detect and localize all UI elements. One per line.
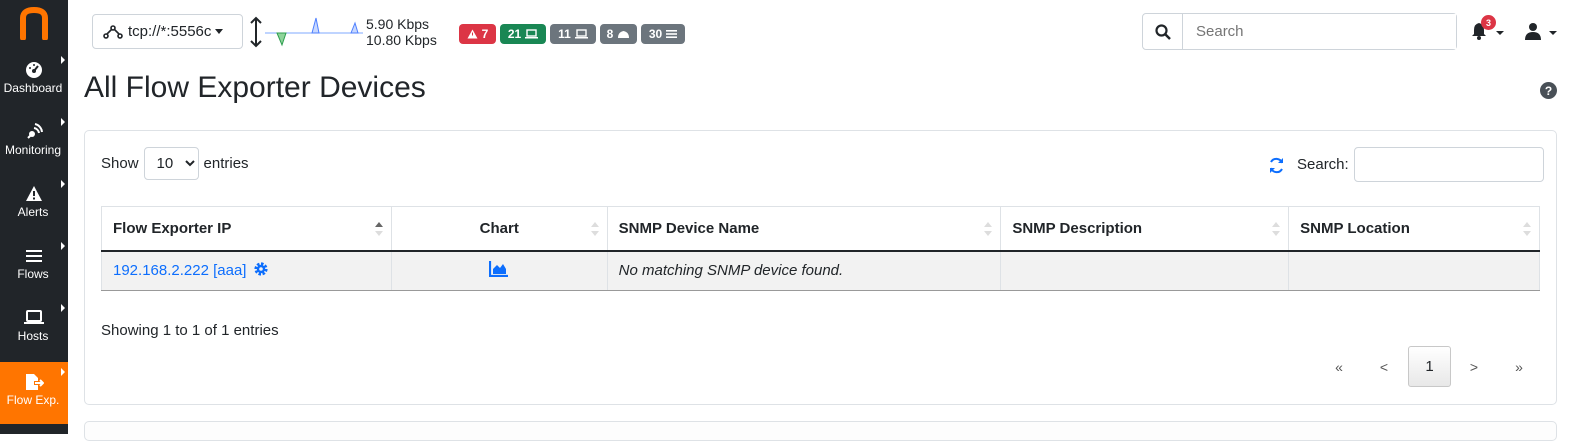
chart-cell	[390, 250, 608, 291]
table-search: Search:	[1297, 147, 1544, 182]
search-input[interactable]	[1184, 14, 1456, 49]
column-header-snmp-device-name[interactable]: SNMP Device Name	[606, 206, 1002, 252]
flow-exporters-card: Show 10 entries Search: Flow Exporter IP…	[84, 130, 1557, 405]
gauge-icon	[0, 61, 68, 79]
file-export-icon	[0, 373, 68, 391]
refresh-icon[interactable]	[1268, 157, 1285, 179]
table-header-row: Flow Exporter IP Chart SNMP Device Name …	[101, 206, 1540, 252]
throughput-down: 10.80 Kbps	[366, 32, 437, 48]
global-search	[1142, 13, 1457, 50]
secondary-card	[84, 421, 1557, 441]
column-header-snmp-location[interactable]: SNMP Location	[1288, 206, 1540, 252]
alerts-badge[interactable]: 7	[459, 24, 496, 44]
chevron-right-icon	[61, 56, 65, 64]
chevron-right-icon	[61, 242, 65, 250]
column-header-snmp-description[interactable]: SNMP Description	[1000, 206, 1290, 252]
chevron-down-icon[interactable]	[1496, 31, 1504, 35]
sidebar-item-hosts[interactable]: Hosts	[0, 298, 68, 360]
laptop-icon	[525, 29, 539, 39]
sort-icon	[590, 222, 599, 236]
snmp-device-name: No matching SNMP device found.	[618, 262, 844, 280]
interface-selector[interactable]: tcp://*:5556c	[92, 14, 243, 49]
warning-triangle-icon	[467, 29, 478, 39]
remote-hosts-badge[interactable]: 11	[550, 24, 596, 44]
snmp-device-name-cell: No matching SNMP device found.	[606, 250, 1002, 291]
pagination-current-page[interactable]: 1	[1408, 346, 1451, 387]
show-label: Show	[101, 155, 139, 172]
network-icon	[103, 24, 123, 39]
notification-count-badge: 3	[1481, 15, 1496, 30]
chevron-right-icon	[61, 304, 65, 312]
sidebar-item-monitoring[interactable]: Monitoring	[0, 112, 68, 174]
table-info: Showing 1 to 1 of 1 entries	[101, 322, 279, 339]
sidebar-item-label: Alerts	[17, 205, 49, 219]
flow-exporter-ip-cell: 192.168.2.222 [aaa]	[101, 250, 392, 291]
table-search-input[interactable]	[1353, 147, 1544, 182]
entries-label: entries	[203, 155, 249, 172]
chevron-right-icon	[61, 368, 65, 376]
chevron-down-icon	[215, 29, 224, 34]
up-down-arrow-icon	[249, 16, 263, 53]
page-length-control: Show 10 entries	[101, 147, 249, 180]
sidebar-item-label: Hosts	[17, 329, 49, 343]
badge-count: 7	[481, 27, 489, 41]
sidebar-item-flows[interactable]: Flows	[0, 236, 68, 298]
gear-icon[interactable]	[253, 261, 269, 281]
cloud-hosts-badge[interactable]: 8	[600, 24, 637, 44]
list-icon	[0, 247, 68, 265]
sort-icon	[1523, 222, 1531, 236]
radar-icon	[0, 123, 68, 141]
list-icon	[666, 30, 678, 38]
sidebar-item-flow-exporters[interactable]: Flow Exp.	[0, 362, 68, 424]
local-hosts-badge[interactable]: 21	[500, 24, 546, 44]
area-chart-icon[interactable]	[489, 260, 509, 281]
sort-ascending-icon	[374, 222, 383, 236]
pagination-last[interactable]: »	[1498, 346, 1540, 387]
sidebar-item-dashboard[interactable]: Dashboard	[0, 50, 68, 112]
snmp-description-cell	[1000, 250, 1290, 291]
search-label: Search:	[1297, 156, 1349, 173]
laptop-icon	[0, 309, 68, 327]
badge-count: 8	[606, 27, 614, 41]
flows-badge[interactable]: 30	[641, 24, 685, 44]
table-row: 192.168.2.222 [aaa] No matching SNMP dev…	[101, 250, 1540, 291]
sidebar-item-alerts[interactable]: Alerts	[0, 174, 68, 236]
chevron-right-icon	[61, 180, 65, 188]
sort-icon	[984, 222, 993, 236]
chevron-right-icon	[61, 118, 65, 126]
page-title: All Flow Exporter Devices	[84, 71, 426, 104]
flow-exporters-table: Flow Exporter IP Chart SNMP Device Name …	[101, 206, 1540, 291]
ntopng-logo[interactable]	[0, 0, 68, 46]
snmp-location-cell	[1288, 250, 1540, 291]
column-header-chart[interactable]: Chart	[390, 206, 608, 252]
pagination-next[interactable]: >	[1453, 346, 1495, 387]
search-icon[interactable]	[1143, 14, 1183, 49]
sidebar-item-label: Flow Exp.	[6, 393, 60, 407]
sort-icon	[1272, 222, 1281, 236]
sidebar: Dashboard Monitoring Alerts Flows Hosts	[0, 0, 68, 434]
warning-triangle-icon	[0, 185, 68, 203]
pagination-previous[interactable]: <	[1363, 346, 1405, 387]
user-icon[interactable]	[1524, 22, 1542, 45]
throughput-up: 5.90 Kbps	[366, 16, 430, 32]
badge-count: 21	[507, 27, 522, 41]
interface-name: tcp://*:5556c	[128, 23, 212, 40]
chevron-down-icon[interactable]	[1549, 31, 1557, 35]
sidebar-item-label: Dashboard	[3, 81, 63, 95]
pagination-first[interactable]: «	[1318, 346, 1360, 387]
page-length-select[interactable]: 10	[143, 147, 199, 180]
cloud-icon	[618, 31, 630, 38]
badge-count: 30	[648, 27, 663, 41]
sidebar-item-label: Monitoring	[4, 143, 62, 157]
flow-exporter-ip-link[interactable]: 192.168.2.222 [aaa]	[113, 262, 246, 279]
badge-count: 11	[558, 27, 571, 41]
help-icon[interactable]: ?	[1540, 82, 1557, 99]
throughput-sparkline	[265, 17, 363, 47]
sidebar-item-label: Flows	[17, 267, 49, 281]
laptop-icon	[574, 29, 588, 39]
column-header-flow-exporter-ip[interactable]: Flow Exporter IP	[101, 206, 392, 252]
